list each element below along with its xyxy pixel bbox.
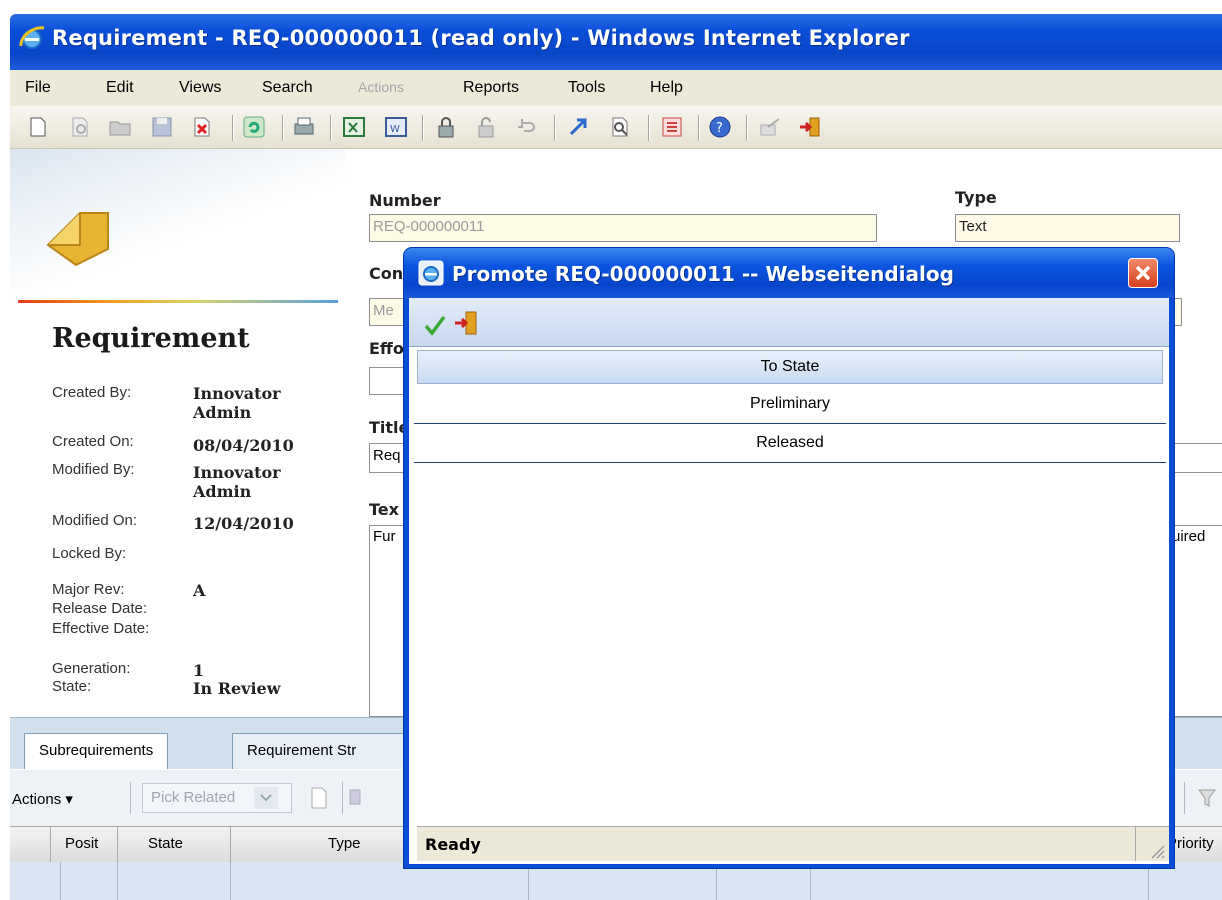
state-value: In Review <box>193 679 281 698</box>
status-text: Ready <box>425 835 481 854</box>
promote-dialog: Promote REQ-000000011 -- Webseitendialog… <box>404 248 1174 868</box>
type-label: Type <box>955 188 997 207</box>
menu-search[interactable]: Search <box>262 79 313 97</box>
modified-by-value: Innovator Admin <box>193 463 281 501</box>
svg-text:W: W <box>390 124 400 135</box>
save-icon[interactable] <box>150 115 174 139</box>
menu-file[interactable]: File <box>25 79 51 97</box>
close-icon <box>1135 265 1151 281</box>
text-label: Tex <box>369 500 399 519</box>
refresh-icon[interactable] <box>242 115 266 139</box>
unlock-icon[interactable] <box>474 115 498 139</box>
delete-icon[interactable] <box>190 115 214 139</box>
modified-by-label: Modified By: <box>52 461 135 478</box>
text-area-right: uired <box>1168 525 1222 717</box>
created-on-value: 08/04/2010 <box>193 436 294 455</box>
effort-label: Effo <box>369 339 404 358</box>
menu-bar: File Edit Views Search Actions Reports T… <box>10 70 1222 107</box>
chevron-down-icon <box>254 787 278 809</box>
grid-tool-icon[interactable] <box>348 786 362 810</box>
new-icon[interactable] <box>26 115 50 139</box>
major-rev-label: Major Rev: <box>52 581 125 598</box>
view-icon[interactable] <box>68 115 92 139</box>
state-option-released[interactable]: Released <box>414 425 1166 463</box>
window-title: Requirement - REQ-000000011 (read only) … <box>52 26 910 50</box>
print-icon[interactable] <box>292 115 316 139</box>
send-icon[interactable] <box>758 115 782 139</box>
excel-icon[interactable] <box>342 115 366 139</box>
modified-on-value: 12/04/2010 <box>193 514 294 533</box>
generation-value: 1 <box>193 661 205 680</box>
tab-subrequirements[interactable]: Subrequirements <box>24 733 169 770</box>
col-posit[interactable]: Posit <box>65 835 98 852</box>
modified-on-label: Modified On: <box>52 512 138 529</box>
con-label: Con <box>369 264 404 283</box>
menu-tools[interactable]: Tools <box>568 79 605 97</box>
major-rev-value: A <box>193 581 206 600</box>
created-on-label: Created On: <box>52 433 134 450</box>
menu-help[interactable]: Help <box>650 79 683 97</box>
state-option-preliminary[interactable]: Preliminary <box>414 386 1166 424</box>
new-row-icon[interactable] <box>308 786 330 810</box>
promote-icon[interactable] <box>566 115 590 139</box>
header-divider <box>18 300 338 303</box>
resize-grip-icon[interactable] <box>1147 841 1165 859</box>
tab-requirement-structure[interactable]: Requirement Str <box>232 733 422 769</box>
col-priority[interactable]: Priority <box>1167 835 1214 852</box>
release-date-label: Release Date: <box>52 600 148 617</box>
word-icon[interactable]: W <box>384 115 408 139</box>
where-used-icon[interactable] <box>608 115 632 139</box>
svg-text:?: ? <box>716 121 723 136</box>
undo-icon[interactable] <box>514 115 538 139</box>
number-field[interactable]: REQ-000000011 <box>369 214 877 242</box>
help-icon[interactable]: ? <box>708 115 732 139</box>
menu-actions: Actions <box>358 79 404 95</box>
dialog-status-bar: Ready <box>417 826 1169 861</box>
number-label: Number <box>369 191 441 210</box>
generation-label: Generation: <box>52 660 131 677</box>
col-state[interactable]: State <box>148 835 183 852</box>
dialog-close-button[interactable] <box>1128 258 1158 288</box>
exit-icon[interactable] <box>798 115 822 139</box>
type-field[interactable]: Text <box>955 214 1180 242</box>
open-icon[interactable] <box>108 115 132 139</box>
menu-reports[interactable]: Reports <box>463 79 519 97</box>
lock-icon[interactable] <box>434 115 458 139</box>
state-label: State: <box>52 678 92 695</box>
dialog-title: Promote REQ-000000011 -- Webseitendialog <box>452 262 954 286</box>
internet-explorer-icon <box>418 260 444 286</box>
actions-menu[interactable]: Actions ▾ <box>12 790 73 808</box>
dialog-titlebar: Promote REQ-000000011 -- Webseitendialog <box>404 248 1174 298</box>
created-by-label: Created By: <box>52 384 132 401</box>
dialog-toolbar <box>409 298 1169 347</box>
item-type-heading: Requirement <box>52 323 250 354</box>
menu-edit[interactable]: Edit <box>106 79 134 97</box>
internet-explorer-icon <box>19 26 45 49</box>
to-state-column-header[interactable]: To State <box>417 350 1163 384</box>
title-field-right <box>1168 443 1222 473</box>
locked-by-label: Locked By: <box>52 545 127 562</box>
created-by-value: Innovator Admin <box>193 384 281 422</box>
dialog-body: To State Preliminary Released Ready <box>409 298 1169 864</box>
exit-icon[interactable] <box>453 310 479 336</box>
effective-date-label: Effective Date: <box>52 620 150 637</box>
col-type[interactable]: Type <box>328 835 361 852</box>
checkmark-icon[interactable] <box>423 314 447 336</box>
structure-icon[interactable] <box>660 115 684 139</box>
grid-filter-icon[interactable] <box>1196 786 1218 810</box>
menu-views[interactable]: Views <box>179 79 221 97</box>
requirement-type-icon <box>46 212 109 267</box>
main-toolbar: W ? <box>10 106 1222 149</box>
